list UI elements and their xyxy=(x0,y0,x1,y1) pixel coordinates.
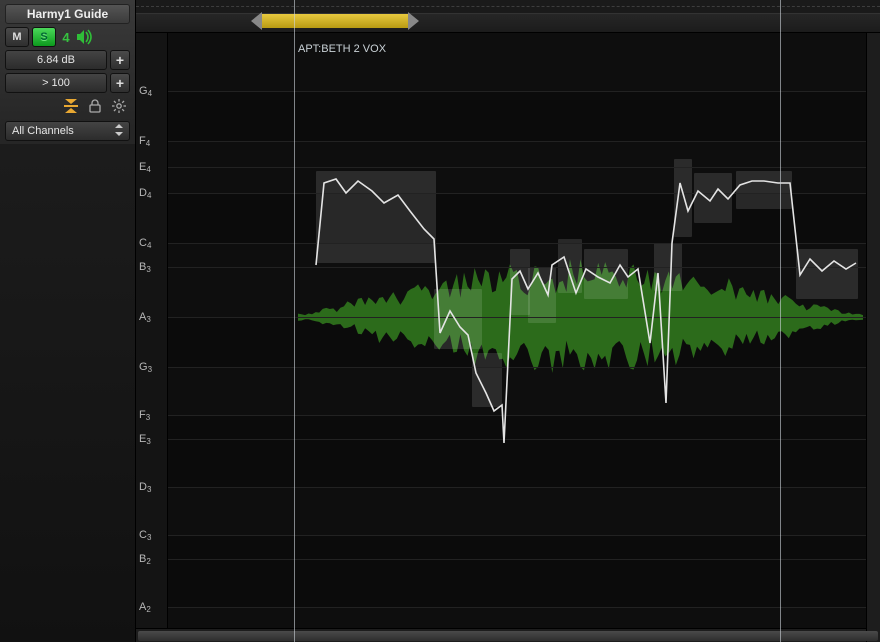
pan-adjust-button[interactable]: + xyxy=(110,73,130,93)
pitch-curve xyxy=(316,179,856,443)
note-label: C3 xyxy=(139,529,151,541)
note-label: A2 xyxy=(139,601,151,613)
pitch-ruler: G4 F4 E4 D4 C4 B3 A3 G3 F3 E3 D3 C3 B2 A2 xyxy=(136,33,168,628)
editor-area: G4F4E4D4C4B3A3G3F3E3D3C3B2A2 APT:BETH 2 … xyxy=(136,0,880,642)
note-label: B3 xyxy=(139,261,151,273)
note-label: C4 xyxy=(139,237,151,249)
timeline[interactable] xyxy=(136,0,880,33)
note-label: F4 xyxy=(139,135,150,147)
vertical-scrollbar[interactable] xyxy=(866,33,880,642)
channels-dropdown[interactable]: All Channels xyxy=(5,121,130,141)
note-label: F3 xyxy=(139,409,150,421)
loop-start-handle[interactable] xyxy=(251,12,262,30)
note-label: E4 xyxy=(139,161,151,173)
horizontal-scrollbar[interactable] xyxy=(136,628,866,642)
pan-field[interactable]: > 100 xyxy=(5,73,107,93)
channels-dropdown-label: All Channels xyxy=(12,125,74,137)
note-label: G4 xyxy=(139,85,152,97)
gain-field[interactable]: 6.84 dB xyxy=(5,50,107,70)
mute-button[interactable]: M xyxy=(5,27,29,47)
loop-region[interactable] xyxy=(262,14,408,28)
chevron-updown-icon xyxy=(115,124,123,139)
pitch-editor[interactable]: G4F4E4D4C4B3A3G3F3E3D3C3B2A2 APT:BETH 2 … xyxy=(136,33,866,628)
track-name[interactable]: Harmy1 Guide xyxy=(5,4,130,24)
solo-button[interactable]: S xyxy=(32,27,56,47)
voice-count: 4 xyxy=(59,27,73,47)
sidebar: Harmy1 Guide M S 4 6.84 dB + > 100 + xyxy=(0,0,136,642)
note-label: G3 xyxy=(139,361,152,373)
gear-icon[interactable] xyxy=(110,98,128,114)
horizontal-scrollbar-thumb[interactable] xyxy=(138,631,878,641)
lock-icon[interactable] xyxy=(86,98,104,114)
note-label: B2 xyxy=(139,553,151,565)
note-label: D4 xyxy=(139,187,151,199)
speaker-icon[interactable] xyxy=(76,27,94,47)
loop-end-handle[interactable] xyxy=(408,12,419,30)
collapse-icon[interactable] xyxy=(62,98,80,114)
note-label: A3 xyxy=(139,311,151,323)
gain-adjust-button[interactable]: + xyxy=(110,50,130,70)
note-label: E3 xyxy=(139,433,151,445)
note-label: D3 xyxy=(139,481,151,493)
playhead[interactable] xyxy=(294,0,295,642)
marker-line[interactable] xyxy=(780,0,781,642)
